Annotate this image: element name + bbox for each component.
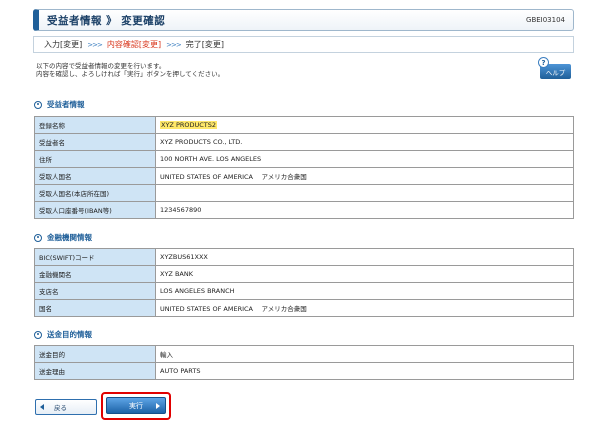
back-button-label: 戻る <box>54 404 67 412</box>
execute-button-callout: 実行 <box>101 392 171 420</box>
highlighted-value: XYZ PRODUCTS2 <box>160 121 218 129</box>
table-row: 国名 UNITED STATES OF AMERICA アメリカ合衆国 <box>34 299 574 317</box>
row-value: XYZ PRODUCTS2 <box>155 116 574 134</box>
table-row: 住所 100 NORTH AVE. LOS ANGELES <box>34 150 574 168</box>
instructions: 以下の内容で受益者情報の変更を行います。 内容を確認し、よろしければ「実行」ボタ… <box>36 62 224 78</box>
execute-button[interactable]: 実行 <box>106 397 166 414</box>
row-value: XYZBUS61XXX <box>155 248 574 266</box>
bank-table: BIC(SWIFT)コード XYZBUS61XXX 金融機関名 XYZ BANK… <box>34 248 574 317</box>
question-icon: ? <box>538 57 549 68</box>
row-label: 送金目的 <box>34 345 156 363</box>
row-value: 100 NORTH AVE. LOS ANGELES <box>155 150 574 168</box>
table-row: 受取人国名 UNITED STATES OF AMERICA アメリカ合衆国 <box>34 167 574 185</box>
row-value: UNITED STATES OF AMERICA アメリカ合衆国 <box>155 299 574 317</box>
section-bank-heading: 金融機関情報 <box>34 232 92 243</box>
screen-code: GBEI03104 <box>526 16 565 24</box>
section-beneficiary-heading: 受益者情報 <box>34 99 85 110</box>
section-title: 送金目的情報 <box>47 330 92 339</box>
bullet-icon <box>34 100 42 109</box>
row-label: 国名 <box>34 299 156 317</box>
row-value <box>155 184 574 202</box>
execute-button-label: 実行 <box>129 401 143 410</box>
step-arrow-icon: >>> <box>87 40 103 49</box>
beneficiary-table: 登録名称 XYZ PRODUCTS2 受益者名 XYZ PRODUCTS CO.… <box>34 116 574 219</box>
chevron-left-icon <box>40 404 44 410</box>
row-label: 住所 <box>34 150 156 168</box>
step-confirm: 内容確認[変更] <box>106 40 162 49</box>
instruction-line: 内容を確認し、よろしければ「実行」ボタンを押してください。 <box>36 70 225 78</box>
row-value: UNITED STATES OF AMERICA アメリカ合衆国 <box>155 167 574 185</box>
page-title-bar: 受益者情報 》 変更確認 GBEI03104 <box>33 9 574 31</box>
instruction-line: 以下の内容で受益者情報の変更を行います。 <box>36 62 166 70</box>
section-purpose-heading: 送金目的情報 <box>34 329 92 340</box>
table-row: 登録名称 XYZ PRODUCTS2 <box>34 116 574 134</box>
row-label: 受取人国名(本店所在国) <box>34 184 156 202</box>
row-label: 受益者名 <box>34 133 156 151</box>
row-value: 輸入 <box>155 345 574 363</box>
row-label: 金融機関名 <box>34 265 156 283</box>
row-value: XYZ BANK <box>155 265 574 283</box>
row-label: BIC(SWIFT)コード <box>34 248 156 266</box>
table-row: 金融機関名 XYZ BANK <box>34 265 574 283</box>
row-label: 送金理由 <box>34 362 156 380</box>
help-button[interactable]: ヘルプ ? <box>538 57 571 80</box>
step-indicator: 入力[変更] >>> 内容確認[変更] >>> 完了[変更] <box>33 36 574 53</box>
step-input: 入力[変更] <box>44 40 83 49</box>
purpose-table: 送金目的 輸入 送金理由 AUTO PARTS <box>34 345 574 380</box>
step-complete: 完了[変更] <box>185 40 224 49</box>
row-label: 登録名称 <box>34 116 156 134</box>
page-title: 受益者情報 》 変更確認 <box>47 14 166 27</box>
bullet-icon <box>34 330 42 339</box>
table-row: 受取人口座番号(IBAN等) 1234567890 <box>34 201 574 219</box>
table-row: BIC(SWIFT)コード XYZBUS61XXX <box>34 248 574 266</box>
bullet-icon <box>34 233 42 242</box>
table-row: 送金目的 輸入 <box>34 345 574 363</box>
table-row: 送金理由 AUTO PARTS <box>34 362 574 380</box>
section-title: 受益者情報 <box>47 100 85 109</box>
table-row: 受取人国名(本店所在国) <box>34 184 574 202</box>
section-title: 金融機関情報 <box>47 233 92 242</box>
row-label: 受取人口座番号(IBAN等) <box>34 201 156 219</box>
row-value: LOS ANGELES BRANCH <box>155 282 574 300</box>
row-value: 1234567890 <box>155 201 574 219</box>
row-label: 支店名 <box>34 282 156 300</box>
table-row: 支店名 LOS ANGELES BRANCH <box>34 282 574 300</box>
row-value: AUTO PARTS <box>155 362 574 380</box>
step-arrow-icon: >>> <box>166 40 182 49</box>
table-row: 受益者名 XYZ PRODUCTS CO., LTD. <box>34 133 574 151</box>
row-value: XYZ PRODUCTS CO., LTD. <box>155 133 574 151</box>
row-label: 受取人国名 <box>34 167 156 185</box>
chevron-right-icon <box>156 403 160 409</box>
back-button[interactable]: 戻る <box>35 399 97 415</box>
